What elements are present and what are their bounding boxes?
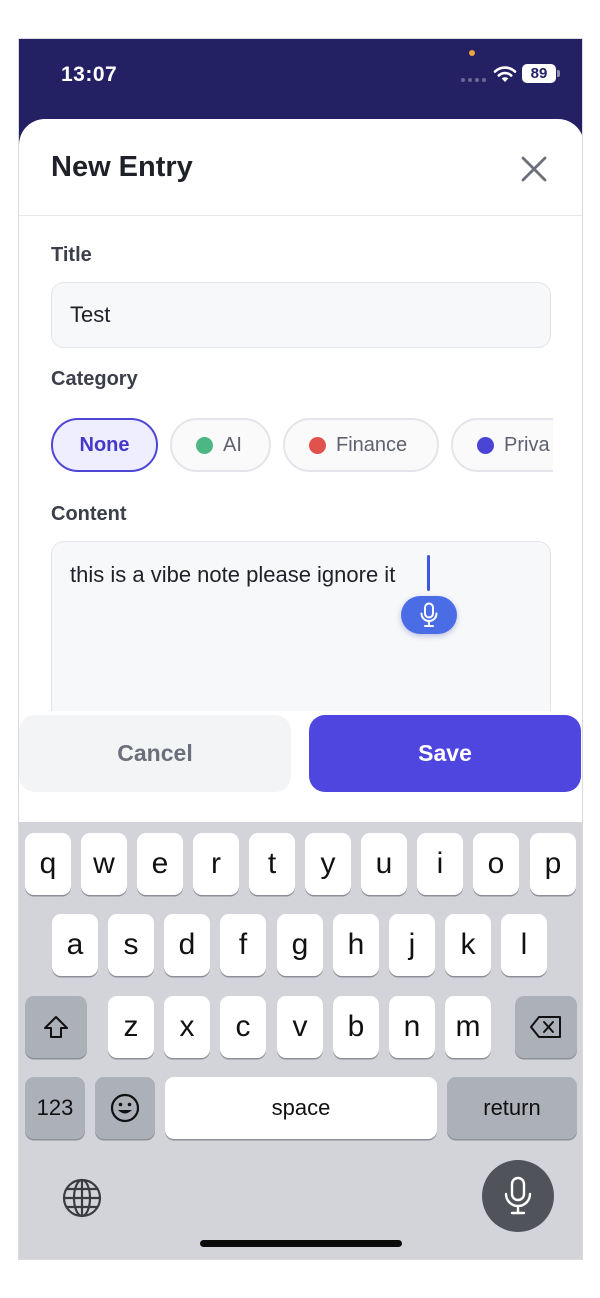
key-x[interactable]: x xyxy=(164,996,210,1058)
category-chip-finance[interactable]: Finance xyxy=(283,418,439,472)
keyboard: q w e r t y u i o p a s d f g h j k l z … xyxy=(19,822,582,1259)
category-label: Category xyxy=(51,368,138,390)
key-z[interactable]: z xyxy=(108,996,154,1058)
cellular-signal-icon xyxy=(461,78,486,82)
key-t[interactable]: t xyxy=(249,833,295,895)
wifi-icon xyxy=(493,66,517,82)
cancel-button[interactable]: Cancel xyxy=(19,715,291,792)
backspace-key[interactable] xyxy=(515,996,577,1058)
key-e[interactable]: e xyxy=(137,833,183,895)
content-textarea[interactable]: this is a vibe note please ignore it xyxy=(51,541,551,711)
key-w[interactable]: w xyxy=(81,833,127,895)
key-i[interactable]: i xyxy=(417,833,463,895)
numbers-key[interactable]: 123 xyxy=(25,1077,85,1139)
space-key[interactable]: space xyxy=(165,1077,437,1139)
category-chip-none[interactable]: None xyxy=(51,418,158,472)
color-dot xyxy=(309,436,326,454)
color-dot xyxy=(196,436,213,454)
key-q[interactable]: q xyxy=(25,833,71,895)
key-y[interactable]: y xyxy=(305,833,351,895)
status-time: 13:07 xyxy=(61,63,118,86)
content-text: this is a vibe note please ignore it xyxy=(70,562,396,587)
color-dot xyxy=(477,436,494,454)
category-chip-private[interactable]: Priva xyxy=(451,418,553,472)
key-o[interactable]: o xyxy=(473,833,519,895)
sheet-title: New Entry xyxy=(51,151,193,183)
emoji-icon xyxy=(110,1093,140,1123)
key-p[interactable]: p xyxy=(530,833,576,895)
shift-icon xyxy=(44,1016,68,1038)
return-key[interactable]: return xyxy=(447,1077,577,1139)
dictation-button[interactable] xyxy=(401,596,457,634)
chip-label: Priva xyxy=(504,433,550,456)
title-input[interactable]: Test xyxy=(51,282,551,348)
key-v[interactable]: v xyxy=(277,996,323,1058)
title-label: Title xyxy=(51,244,92,266)
key-n[interactable]: n xyxy=(389,996,435,1058)
key-s[interactable]: s xyxy=(108,914,154,976)
emoji-key[interactable] xyxy=(95,1077,155,1139)
key-k[interactable]: k xyxy=(445,914,491,976)
home-indicator xyxy=(200,1240,402,1247)
keyboard-dictation-button[interactable] xyxy=(482,1160,554,1232)
key-g[interactable]: g xyxy=(277,914,323,976)
microphone-icon xyxy=(420,602,438,627)
key-a[interactable]: a xyxy=(52,914,98,976)
key-r[interactable]: r xyxy=(193,833,239,895)
sheet-header: New Entry xyxy=(19,119,582,216)
battery-indicator: 89 xyxy=(522,64,556,83)
key-c[interactable]: c xyxy=(220,996,266,1058)
battery-tip xyxy=(557,70,560,77)
category-chip-ai[interactable]: AI xyxy=(170,418,271,472)
key-b[interactable]: b xyxy=(333,996,379,1058)
close-icon[interactable] xyxy=(517,152,551,186)
save-button[interactable]: Save xyxy=(309,715,581,792)
key-f[interactable]: f xyxy=(220,914,266,976)
privacy-indicator xyxy=(469,50,475,56)
key-m[interactable]: m xyxy=(445,996,491,1058)
key-h[interactable]: h xyxy=(333,914,379,976)
chip-label: AI xyxy=(223,433,242,456)
key-d[interactable]: d xyxy=(164,914,210,976)
key-u[interactable]: u xyxy=(361,833,407,895)
backspace-icon xyxy=(530,1016,561,1038)
chip-label: Finance xyxy=(336,433,408,456)
content-label: Content xyxy=(51,503,127,525)
globe-icon[interactable] xyxy=(61,1177,103,1219)
shift-key[interactable] xyxy=(25,996,87,1058)
microphone-icon xyxy=(504,1176,532,1215)
chip-label: None xyxy=(79,433,130,456)
key-l[interactable]: l xyxy=(501,914,547,976)
category-chips: None AI Finance Priva xyxy=(51,416,553,476)
phone-screen: 13:07 89 New Entry Title Test Category N… xyxy=(18,38,583,1260)
text-cursor xyxy=(427,555,430,591)
key-j[interactable]: j xyxy=(389,914,435,976)
